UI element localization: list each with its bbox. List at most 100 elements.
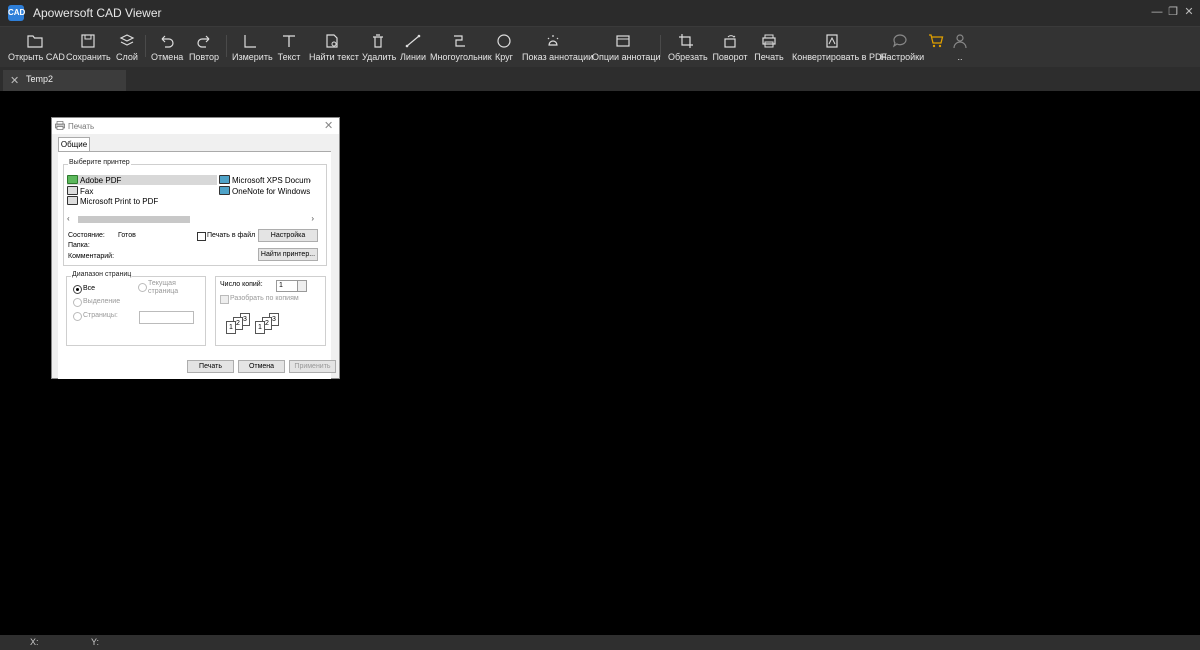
horizontal-scrollbar[interactable]: ‹ › <box>67 214 314 224</box>
save-icon <box>81 34 95 48</box>
collate-checkbox[interactable] <box>220 295 229 304</box>
user-button[interactable]: .. <box>950 27 970 67</box>
toolbar-label: Круг <box>495 52 513 62</box>
tab-temp2[interactable]: ✕ Temp2 <box>3 70 126 91</box>
document-tab-bar: ✕ Temp2 <box>0 67 1200 91</box>
restore-icon[interactable]: ❐ <box>1166 5 1180 19</box>
dialog-title: Печать <box>68 122 95 131</box>
toolbar-label: Найти текст <box>309 52 359 62</box>
fax-icon <box>67 186 78 195</box>
text-icon <box>283 35 295 47</box>
layer-button[interactable]: Слой <box>114 27 140 67</box>
printer-name: Microsoft XPS Documen <box>232 176 311 185</box>
toolbar-label: Показ аннотации <box>522 52 594 62</box>
printer-item[interactable]: Fax <box>67 186 217 196</box>
chevron-right-icon[interactable]: › <box>311 214 314 223</box>
toolbar-divider <box>660 35 661 57</box>
cart-button[interactable] <box>926 27 946 67</box>
status-value: Готов <box>118 232 136 239</box>
save-button[interactable]: Сохранить <box>66 27 111 67</box>
cancel-button[interactable]: Отмена <box>238 360 285 373</box>
line-icon <box>405 34 421 48</box>
printer-icon <box>219 175 230 184</box>
tab-general[interactable]: Общие <box>58 137 90 152</box>
toolbar-label: Линии <box>400 52 426 62</box>
measure-button[interactable]: Измерить <box>232 27 273 67</box>
chat-icon <box>892 34 907 48</box>
folder-label: Папка: <box>68 242 90 249</box>
toolbar-label: .. <box>957 52 963 62</box>
tab-close-icon[interactable]: ✕ <box>10 74 19 87</box>
polygon-icon <box>454 35 465 47</box>
toolbar-label: Удалить <box>362 52 397 62</box>
toolbar-divider <box>226 35 227 57</box>
copies-label: Число копий: <box>220 281 263 288</box>
print-to-file-label: Печать в файл <box>207 232 256 239</box>
print-button[interactable]: Печать <box>187 360 234 373</box>
printer-icon <box>762 34 776 48</box>
selection-radio[interactable] <box>73 298 82 307</box>
dialog-panel: Выберите принтер Adobe PDF Fax Microsoft… <box>58 151 336 379</box>
printer-item[interactable]: Adobe PDF <box>67 175 217 185</box>
circle-button[interactable]: Круг <box>494 27 514 67</box>
chevron-left-icon[interactable]: ‹ <box>67 214 70 223</box>
app-logo-icon: CAD <box>8 5 25 21</box>
toolbar-label: Отмена <box>151 52 184 62</box>
minimize-icon[interactable]: — <box>1150 5 1164 19</box>
crop-icon <box>679 34 693 48</box>
toolbar-label: Сохранить <box>66 52 111 62</box>
toolbar-label: Настройки <box>880 52 925 62</box>
toolbar-label: Печать <box>754 52 784 62</box>
toolbar-label: Опции аннотаци <box>592 52 661 62</box>
rotate-icon <box>724 35 736 48</box>
scrollbar-thumb[interactable] <box>78 216 190 223</box>
main-toolbar: Открыть CAD Сохранить Слой Отмена Повтор… <box>0 27 1200 67</box>
undo-icon <box>161 35 174 48</box>
show-annotation-button[interactable]: Показ аннотации <box>522 27 594 67</box>
select-printer-group: Выберите принтер Adobe PDF Fax Microsoft… <box>63 159 327 266</box>
toolbar-label: Слой <box>116 52 138 62</box>
open-cad-button[interactable]: Открыть CAD <box>8 27 65 67</box>
folder-icon <box>27 35 43 48</box>
undo-button[interactable]: Отмена <box>151 27 183 67</box>
redo-button[interactable]: Повтор <box>188 27 220 67</box>
text-button[interactable]: Текст <box>276 27 302 67</box>
current-page-radio[interactable] <box>138 283 147 292</box>
print-to-file-checkbox[interactable] <box>197 232 206 241</box>
all-pages-radio[interactable] <box>73 285 82 294</box>
pages-range-input[interactable] <box>139 311 194 324</box>
setup-button[interactable]: Настройка <box>258 229 318 242</box>
settings-button[interactable]: Настройки <box>880 27 925 67</box>
printer-name: Microsoft Print to PDF <box>80 197 159 206</box>
copies-stepper[interactable] <box>297 280 307 292</box>
tab-label: Temp2 <box>26 74 54 84</box>
redo-icon <box>197 35 210 48</box>
crop-button[interactable]: Обрезать <box>668 27 708 67</box>
pages-radio[interactable] <box>73 312 82 321</box>
convert-to-pdf-button[interactable]: Конвертировать в PDF <box>792 27 887 67</box>
toolbar-label: Открыть CAD <box>8 52 65 62</box>
apply-button[interactable]: Применить <box>289 360 336 373</box>
polygon-button[interactable]: Многоугольник <box>430 27 492 67</box>
cart-icon <box>929 34 944 48</box>
close-icon[interactable]: ✕ <box>1182 5 1196 19</box>
annotation-options-icon <box>616 35 630 47</box>
app-title: Apowersoft CAD Viewer <box>33 6 162 20</box>
print-button[interactable]: Печать <box>754 27 784 67</box>
printer-item[interactable]: Microsoft XPS Documen <box>219 175 311 185</box>
close-icon[interactable]: ✕ <box>324 119 333 132</box>
comment-label: Комментарий: <box>68 253 115 260</box>
find-printer-button[interactable]: Найти принтер... <box>258 248 318 261</box>
printer-item[interactable]: OneNote for Windows 10 <box>219 186 311 196</box>
annotation-options-button[interactable]: Опции аннотаци <box>592 27 661 67</box>
find-text-button[interactable]: Найти текст <box>309 27 359 67</box>
delete-button[interactable]: Удалить <box>362 27 397 67</box>
printer-item[interactable]: Microsoft Print to PDF <box>67 196 217 206</box>
circle-icon <box>497 34 511 48</box>
annotation-icon <box>547 35 559 46</box>
lines-button[interactable]: Линии <box>400 27 426 67</box>
select-printer-label: Выберите принтер <box>68 159 131 166</box>
rotate-button[interactable]: Поворот <box>712 27 748 67</box>
printer-list: Adobe PDF Fax Microsoft Print to PDF Mic… <box>67 173 317 227</box>
toolbar-label: Повтор <box>188 52 220 62</box>
